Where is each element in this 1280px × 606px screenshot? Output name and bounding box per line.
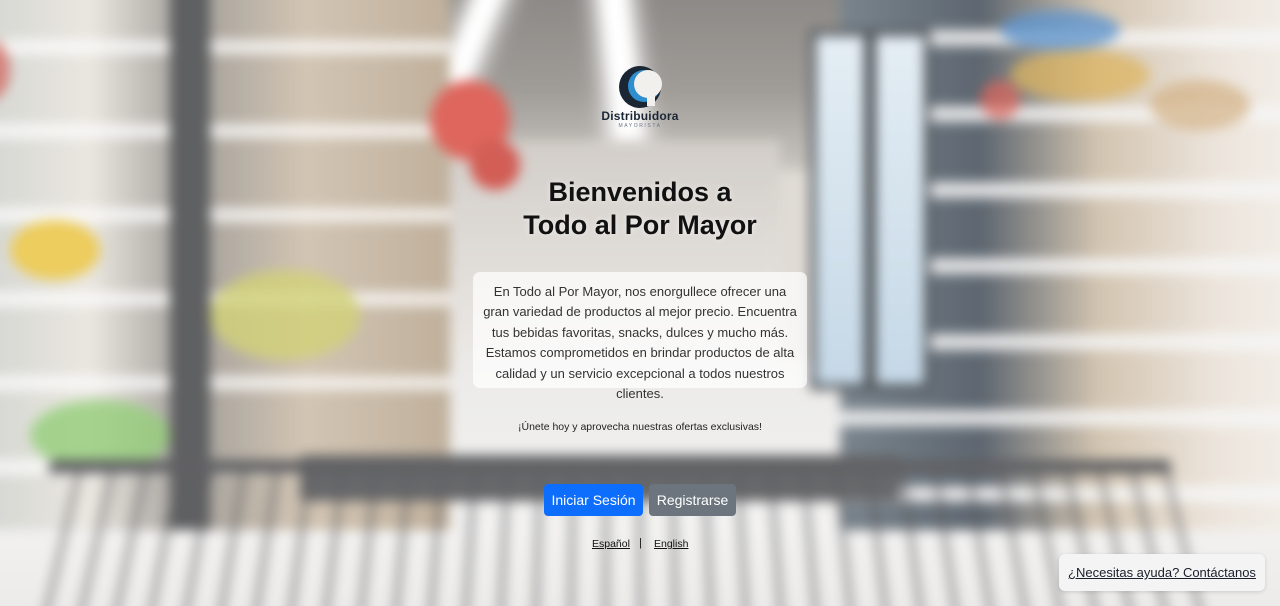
title-line-1: Bienvenidos a <box>548 177 732 207</box>
brand-logo: Distribuidora MAYORISTA <box>595 62 685 132</box>
language-spanish-link[interactable]: Español <box>592 538 630 550</box>
description-text: En Todo al Por Mayor, nos enorgullece of… <box>483 284 797 402</box>
brand-name: Distribuidora <box>601 109 679 123</box>
circle-crescent-logo-icon <box>619 66 662 108</box>
brand-tagline: MAYORISTA <box>618 123 662 129</box>
language-english-link[interactable]: English <box>654 538 688 550</box>
description-card: En Todo al Por Mayor, nos enorgullece of… <box>473 272 807 401</box>
title-line-2: Todo al Por Mayor <box>523 210 757 240</box>
language-separator: | <box>639 537 642 549</box>
login-button[interactable]: Iniciar Sesión <box>544 484 643 516</box>
page-title: Bienvenidos a Todo al Por Mayor <box>440 176 840 242</box>
help-contact-button[interactable]: ¿Necesitas ayuda? Contáctanos <box>1059 554 1265 591</box>
landing-content: Distribuidora MAYORISTA Bienvenidos a To… <box>0 0 1280 606</box>
register-button[interactable]: Registrarse <box>649 484 736 516</box>
promo-text: ¡Únete hoy y aprovecha nuestras ofertas … <box>518 421 762 433</box>
